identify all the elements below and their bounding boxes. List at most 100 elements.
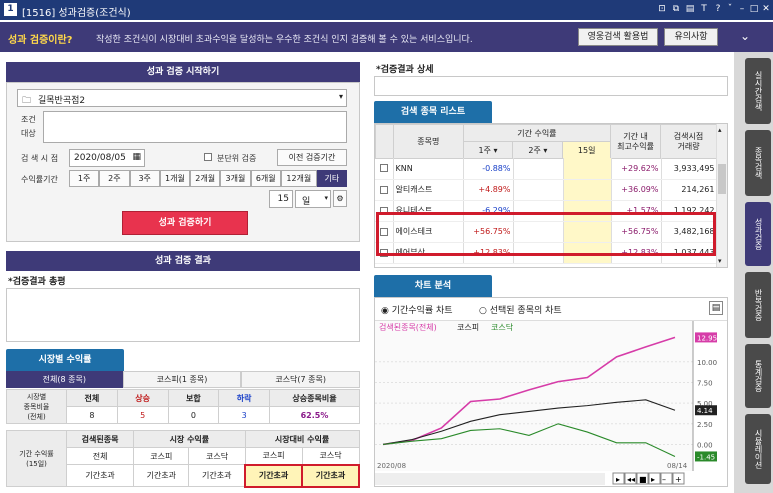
dropdown-arrow-icon[interactable]: ▾	[339, 92, 343, 101]
val-up: 5	[116, 406, 169, 424]
minute-checkbox[interactable]	[204, 152, 212, 162]
title-bar: 1 [1516] 성과검증(조건식) ⊡ ⧉ ▤ T ? ˇ – □ ✕	[0, 0, 773, 20]
sub-excess-kosdaq: 코스닥	[301, 447, 360, 465]
condition-target-field[interactable]	[43, 111, 347, 143]
period-1w[interactable]: 1주	[69, 170, 100, 187]
market-tab[interactable]: 시장별 수익률	[6, 349, 124, 371]
font-icon[interactable]: T	[698, 3, 710, 15]
radio-period[interactable]: ◉ 기간수익률 차트	[381, 303, 453, 316]
y-axis: 10.007.505.002.500.0012.954.14-1.45	[692, 321, 717, 471]
radio-selected[interactable]: ○ 선택된 종목의 차트	[479, 303, 562, 316]
unit-arrow-icon[interactable]: ▾	[324, 194, 328, 202]
chart-tab[interactable]: 차트 분석	[374, 275, 492, 297]
calendar-icon[interactable]: ▦	[132, 152, 141, 162]
settings-gear-icon[interactable]: ⚙	[333, 190, 347, 207]
scroll-thumb[interactable]	[718, 164, 726, 194]
collapse-chevron-icon[interactable]: ⌄	[740, 29, 750, 43]
head-searched: 검색된종목	[65, 430, 135, 448]
plot-area	[375, 321, 693, 471]
scroll-down-icon[interactable]: ▾	[718, 257, 722, 265]
detail-label: *검증결과 상세	[376, 65, 434, 75]
stock-list-tab[interactable]: 검색 종목 리스트	[374, 101, 492, 123]
period-buttons: 1주 2주 3주 1개월 2개월 3개월 6개월 12개월 기타	[69, 170, 348, 187]
period-2m[interactable]: 2개월	[190, 170, 221, 187]
period-return-table: 기간 수익률 (15일) 검색된종목 시장 수익률 시장대비 수익률 전체 코스…	[6, 430, 360, 488]
prev-period-button[interactable]: 이전 검증기간	[277, 149, 347, 166]
y-tick-label: 0.00	[697, 441, 713, 449]
run-verification-button[interactable]: 성과 검증하기	[122, 211, 248, 235]
link-icon[interactable]: ⊡	[656, 3, 668, 15]
nav-zoom-out-icon: –	[662, 475, 666, 484]
help-icon[interactable]: ?	[712, 3, 724, 15]
chart-nav-controls[interactable]: ▸ ◂◂ ■ ▸ – +	[612, 472, 685, 485]
end-value-label: -1.45	[697, 453, 715, 461]
period-12m[interactable]: 12개월	[280, 170, 317, 187]
val-all: 8	[66, 406, 118, 424]
row-name: KNN	[393, 158, 464, 180]
legend-2: 코스닥	[491, 322, 514, 332]
condition-select[interactable]: 🗀 길목반곡점2 ▾	[17, 89, 347, 107]
val-kosdaq: 기간초과	[188, 464, 246, 487]
sidebar-item-verify[interactable]: 성과검증	[745, 202, 771, 266]
sub-kosdaq: 코스닥	[188, 447, 246, 465]
period-6m[interactable]: 6개월	[250, 170, 281, 187]
period-other[interactable]: 기타	[316, 170, 348, 187]
window-title: [1516] 성과검증(조건식)	[22, 8, 131, 19]
subtab-all[interactable]: 전체(8 종목)	[6, 371, 123, 388]
stock-list-header: 종목명 기간 수익률 기간 내 최고수익률 검색시점 거래량 1주 ▾ 2주 ▾…	[375, 124, 717, 159]
row-1w: -0.88%	[463, 158, 514, 180]
period-1m[interactable]: 1개월	[159, 170, 191, 187]
table-row[interactable]: KNN -0.88% +29.62% 3,933,495	[375, 158, 718, 180]
period-2w[interactable]: 2주	[99, 170, 130, 187]
scroll-up-icon[interactable]: ▴	[718, 126, 722, 134]
sub-excess-kospi: 코스피	[244, 447, 303, 465]
y-tick-label: 2.50	[697, 421, 713, 429]
minimize-icon[interactable]: –	[736, 3, 748, 15]
period-3m[interactable]: 3개월	[220, 170, 251, 187]
close-icon[interactable]: ✕	[760, 3, 772, 15]
search-date-label: 검 색 시 점	[21, 154, 59, 163]
copy-icon[interactable]: ⧉	[670, 3, 682, 15]
pin-icon[interactable]: ˇ	[724, 3, 736, 15]
list-scrollbar[interactable]: ▴ ▾	[716, 124, 727, 267]
sub-all: 전체	[65, 447, 135, 465]
header-1w-sort-icon[interactable]: ▾	[494, 146, 498, 155]
subtab-kospi[interactable]: 코스피(1 종목)	[122, 371, 242, 388]
search-date-value: 2020/08/05	[74, 153, 126, 163]
table-row[interactable]: 알티캐스트 +4.89% +36.09% 214,261	[375, 179, 718, 201]
sidebar-item-realtime[interactable]: 실시간검색	[745, 58, 771, 124]
period-return-label: 기간 수익률 (15일)	[6, 430, 67, 487]
condition-select-value: 길목반곡점2	[38, 96, 86, 106]
head-excess: 시장대비 수익률	[244, 430, 360, 448]
usage-button[interactable]: 영웅검색 활용법	[578, 28, 658, 46]
search-date-input[interactable]: 2020/08/05 ▦	[69, 149, 145, 167]
start-panel: 🗀 길목반곡점2 ▾ 조건 대상 검 색 시 점 2020/08/05 ▦ 분단…	[6, 82, 360, 242]
row-volume: 3,933,495	[661, 158, 718, 180]
sidebar-item-repeat[interactable]: 반복검증	[745, 272, 771, 338]
summary-label: *검증결과 총평	[8, 277, 66, 287]
y-tick-label: 10.00	[697, 359, 717, 367]
notice-button[interactable]: 유의사항	[664, 28, 718, 46]
sidebar-item-stats[interactable]: 통계검증	[745, 344, 771, 408]
header-15d: 15일	[562, 141, 612, 159]
val-excess-kospi: 기간초과	[244, 463, 304, 488]
header-2w-sort-icon[interactable]: ▾	[543, 146, 547, 155]
unit-select[interactable]: 일 ▾	[295, 190, 331, 208]
chart-menu-icon[interactable]: ▤	[709, 301, 723, 315]
header-name: 종목명	[392, 124, 464, 159]
print-icon[interactable]: ▤	[684, 3, 696, 15]
days-input[interactable]: 15	[269, 190, 293, 208]
chart-panel: ◉ 기간수익률 차트 ○ 선택된 종목의 차트 ▤ 검색된종목(전체) 코스피 …	[374, 297, 728, 487]
sidebar-item-simulation[interactable]: 시뮬레이션	[745, 414, 771, 484]
radio-selected-label: 선택된 종목의 차트	[489, 306, 562, 316]
sidebar-item-stock-search[interactable]: 종목검색	[745, 130, 771, 196]
subtab-kosdaq[interactable]: 코스닥(7 종목)	[241, 371, 361, 388]
nav-zoom-in-icon: +	[675, 475, 682, 484]
end-value-label: 12.95	[697, 334, 717, 342]
period-3w[interactable]: 3주	[129, 170, 160, 187]
val-searched-all: 기간초과	[65, 464, 135, 487]
val-flat: 0	[167, 406, 220, 424]
folder-icon: 🗀	[22, 96, 32, 106]
chart-scrollbar[interactable]	[375, 473, 605, 485]
maximize-icon[interactable]: □	[748, 3, 760, 15]
